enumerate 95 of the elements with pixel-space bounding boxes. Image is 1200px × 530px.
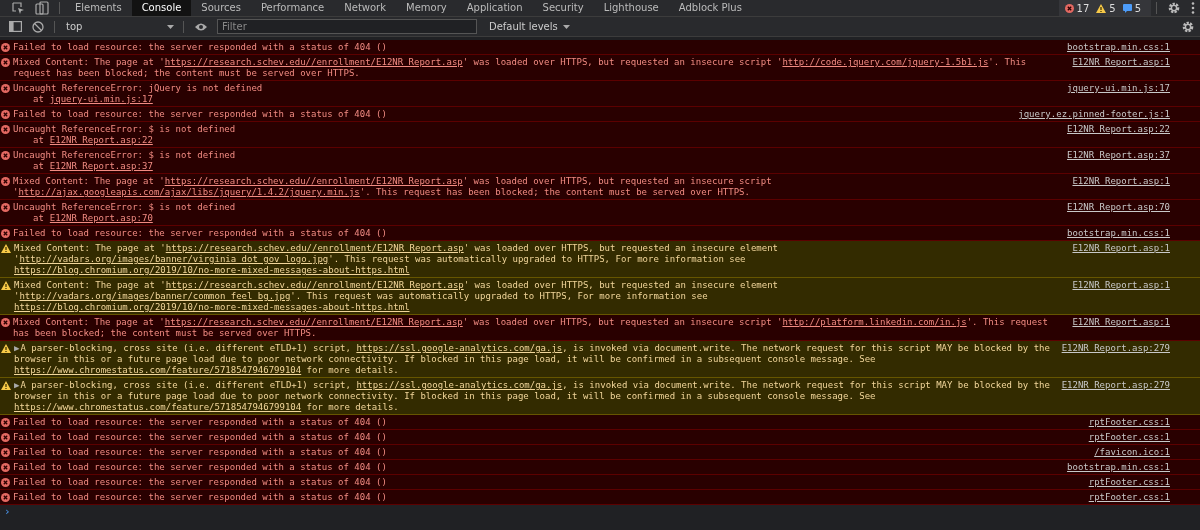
link[interactable]: E12NR Report.asp:37: [49, 161, 153, 171]
source-link[interactable]: E12NR Report.asp:279: [1057, 343, 1170, 354]
console-message: Failed to load resource: the server responded with a status of 404 (): [13, 42, 387, 52]
source-link[interactable]: rptFooter.css:1: [1084, 492, 1170, 503]
console-message: Mixed Content: The page at 'https://research.schev.edu//enrollment/E12NR Report.asp' was loaded over HTTPS, but requested an insecure script 'http://platform.linkedin.com/in.js'. This request has been blocked; the content must be served over HTTPS.: [13, 317, 1049, 338]
levels-dropdown[interactable]: Default levels: [481, 21, 578, 32]
tab[interactable]: Lighthouse: [593, 0, 669, 16]
source-link[interactable]: E12NR Report.asp:1: [1068, 280, 1170, 291]
tab[interactable]: Console: [131, 0, 192, 16]
source-link[interactable]: E12NR Report.asp:70: [1063, 202, 1170, 213]
console-message: Failed to load resource: the server responded with a status of 404 (): [13, 228, 387, 238]
source-link[interactable]: E12NR Report.asp:1: [1068, 317, 1170, 328]
link[interactable]: E12NR Report.asp:22: [49, 135, 153, 145]
link[interactable]: http://ajax.googleapis.com/ajax/libs/jquery/1.4.2/jquery.min.js: [18, 187, 360, 197]
caret-icon: [167, 24, 174, 29]
count: 17: [1076, 2, 1090, 14]
console-message: Mixed Content: The page at 'https://research.schev.edu//enrollment/E12NR Report.asp' was loaded over HTTPS, but requested an insecure element 'http://vadars.org/images/banner/common feel bg.jpg'. This request was automatically upgraded to HTTPS, For more information see https://blog.chromium.org/2019/10/no-more-mixed-messages-about-https.html: [14, 280, 779, 312]
link[interactable]: E12NR Report.asp:70: [49, 213, 153, 223]
link[interactable]: https://blog.chromium.org/2019/10/no-more-mixed-messages-about-https.html: [14, 302, 410, 312]
console-message: Failed to load resource: the server responded with a status of 404 (): [13, 477, 387, 487]
source-link[interactable]: E12NR Report.asp:1: [1068, 57, 1170, 68]
source-link[interactable]: bootstrap.min.css:1: [1063, 462, 1170, 473]
link[interactable]: https://www.chromestatus.com/feature/5718547946799104: [14, 365, 302, 375]
tab[interactable]: Elements: [65, 0, 132, 16]
count: 5: [1109, 2, 1116, 14]
clear-icon[interactable]: [32, 20, 44, 33]
stack-label: at: [33, 135, 44, 145]
prompt-icon[interactable]: ›: [4, 505, 11, 518]
source-link[interactable]: jquery-ui.min.js:17: [1063, 83, 1170, 94]
link[interactable]: https://www.chromestatus.com/feature/5718547946799104: [14, 402, 302, 412]
source-link[interactable]: rptFooter.css:1: [1084, 417, 1170, 428]
link[interactable]: https://research.schev.edu//enrollment/E12NR Report.asp: [165, 280, 464, 290]
link[interactable]: jquery-ui.min.js:17: [49, 94, 153, 104]
console-message: Mixed Content: The page at 'https://research.schev.edu//enrollment/E12NR Report.asp' was loaded over HTTPS, but requested an insecure script 'http://ajax.googleapis.com/ajax/libs/jquery/1.4.2/jquery.min.js'. This request has been blocked; the content must be served over HTTPS.: [13, 176, 773, 197]
source-link[interactable]: rptFooter.css:1: [1084, 477, 1170, 488]
link[interactable]: http://platform.linkedin.com/in.js: [782, 317, 967, 327]
stack-label: at: [33, 161, 44, 171]
console-message: Uncaught ReferenceError: $ is not defined: [13, 124, 236, 134]
link[interactable]: https://research.schev.edu//enrollment/E12NR Report.asp: [164, 176, 463, 186]
source-link[interactable]: E12NR Report.asp:1: [1068, 243, 1170, 254]
tab[interactable]: Network: [334, 0, 397, 16]
stack-label: at: [33, 213, 44, 223]
source-link[interactable]: E12NR Report.asp:22: [1063, 124, 1170, 135]
eye-icon[interactable]: [194, 21, 208, 32]
console-message: Uncaught ReferenceError: $ is not defined: [13, 150, 236, 160]
console-message: Failed to load resource: the server responded with a status of 404 (): [13, 462, 387, 472]
count: 5: [1134, 2, 1141, 14]
console-message: Failed to load resource: the server responded with a status of 404 (): [13, 417, 387, 427]
sidebar-icon[interactable]: [9, 21, 22, 32]
link[interactable]: https://research.schev.edu//enrollment/E12NR Report.asp: [164, 317, 463, 327]
tab[interactable]: Performance: [250, 0, 335, 16]
link[interactable]: https://research.schev.edu//enrollment/E12NR Report.asp: [165, 243, 464, 253]
error-icon: [1064, 3, 1074, 13]
link[interactable]: http://vadars.org/images/banner/common feel bg.jpg: [19, 291, 291, 301]
console-message: Failed to load resource: the server responded with a status of 404 (): [13, 432, 387, 442]
source-link[interactable]: bootstrap.min.css:1: [1063, 228, 1170, 239]
link[interactable]: https://ssl.google-analytics.com/ga.js: [356, 380, 563, 390]
console-message: Failed to load resource: the server responded with a status of 404 (): [13, 109, 387, 119]
source-link[interactable]: rptFooter.css:1: [1084, 432, 1170, 443]
console-message: Uncaught ReferenceError: $ is not defined: [13, 202, 236, 212]
link[interactable]: https://blog.chromium.org/2019/10/no-more-mixed-messages-about-https.html: [14, 265, 410, 275]
tab[interactable]: Memory: [396, 0, 457, 16]
console-message: Mixed Content: The page at 'https://research.schev.edu//enrollment/E12NR Report.asp' was loaded over HTTPS, but requested an insecure element 'http://vadars.org/images/banner/virginia dot gov logo.jpg'. This request was automatically upgraded to HTTPS, For more information see https://blog.chromium.org/2019/10/no-more-mixed-messages-about-https.html: [14, 243, 779, 275]
source-link[interactable]: E12NR Report.asp:37: [1063, 150, 1170, 161]
console-message: Mixed Content: The page at 'https://research.schev.edu//enrollment/E12NR Report.asp' was loaded over HTTPS, but requested an insecure script 'http://code.jquery.com/jquery-1.5b1.js'. This request has been blocked; the content must be served over HTTPS.: [13, 57, 1028, 78]
settings-icon[interactable]: [1181, 19, 1195, 34]
message-icon: [1122, 3, 1132, 13]
tab[interactable]: Adblock Plus: [668, 0, 752, 16]
warning-icon: [1096, 3, 1107, 13]
source-link[interactable]: E12NR Report.asp:279: [1057, 380, 1170, 391]
tab[interactable]: Sources: [191, 0, 251, 16]
source-link[interactable]: jquery.ez.pinned-footer.js:1: [1014, 109, 1170, 120]
link[interactable]: https://research.schev.edu//enrollment/E12NR Report.asp: [164, 57, 463, 67]
stack-label: at: [33, 94, 44, 104]
context-dropdown[interactable]: top: [60, 21, 178, 32]
console-message: Uncaught ReferenceError: jQuery is not defined: [13, 83, 263, 93]
source-link[interactable]: /favicon.ico:1: [1090, 447, 1170, 458]
link[interactable]: https://ssl.google-analytics.com/ga.js: [356, 343, 563, 353]
filter-field[interactable]: Filter: [217, 19, 477, 34]
tab[interactable]: Security: [532, 0, 594, 16]
console-message: ▶A parser-blocking, cross site (i.e. different eTLD+1) script, https://ssl.google-analytics.com/ga.js, is invoked via document.write. The network request for this script MAY be blocked by the browser in this or a future page load due to poor network connectivity. If blocked in this page load, it will be confirmed in a subsequent console message. See https://www.chromestatus.com/feature/5718547946799104 for more details.: [14, 380, 1051, 412]
source-link[interactable]: bootstrap.min.css:1: [1063, 42, 1170, 53]
console-message: Failed to load resource: the server responded with a status of 404 (): [13, 447, 387, 457]
console-message: Failed to load resource: the server responded with a status of 404 (): [13, 492, 387, 502]
more-icon[interactable]: [1191, 1, 1195, 15]
link[interactable]: http://code.jquery.com/jquery-1.5b1.js: [782, 57, 989, 67]
settings-icon[interactable]: [1167, 1, 1181, 15]
caret-icon: [562, 24, 570, 29]
inspect-icon[interactable]: [11, 1, 25, 15]
source-link[interactable]: E12NR Report.asp:1: [1068, 176, 1170, 187]
tab[interactable]: Application: [456, 0, 533, 16]
link[interactable]: http://vadars.org/images/banner/virginia dot gov logo.jpg: [19, 254, 329, 264]
issue-counts[interactable]: 17 5 5: [1058, 0, 1151, 16]
console-message: ▶A parser-blocking, cross site (i.e. different eTLD+1) script, https://ssl.google-analytics.com/ga.js, is invoked via document.write. The network request for this script MAY be blocked by the browser in this or a future page load due to poor network connectivity. If blocked in this page load, it will be confirmed in a subsequent console message. See https://www.chromestatus.com/feature/5718547946799104 for more details.: [14, 343, 1051, 375]
device-icon[interactable]: [35, 1, 49, 15]
